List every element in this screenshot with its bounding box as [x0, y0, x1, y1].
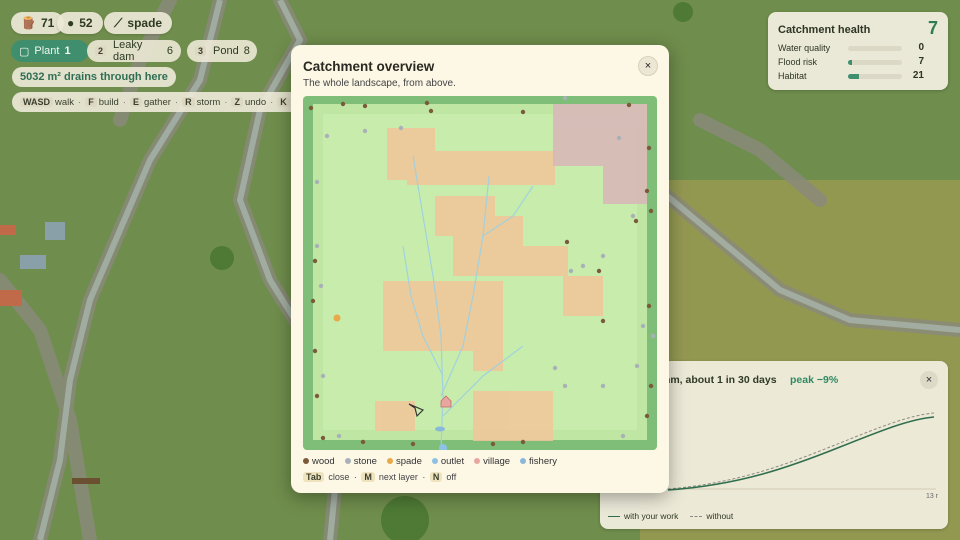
modal-subtitle: The whole landscape, from above.	[303, 78, 456, 89]
legend-without: without	[690, 511, 733, 521]
metric-value: 21	[912, 70, 924, 81]
legend-spade: spade	[386, 456, 422, 467]
tool-plant-count: 1	[64, 45, 71, 57]
fishery-marker	[435, 426, 445, 432]
tool-leaky-dam[interactable]: 2 Leaky dam 6	[87, 39, 181, 63]
metric-label: Flood risk	[778, 57, 818, 67]
with-work-line	[667, 416, 935, 491]
legend-wood: wood	[303, 456, 335, 467]
legend-stone-label: stone	[353, 456, 377, 467]
tool-pond[interactable]: 3 Pond 8	[187, 40, 257, 62]
tool-pond-key: 3	[195, 46, 207, 56]
legend-stone: stone	[344, 456, 377, 467]
metric-bar	[848, 46, 902, 51]
stone-counter: ● 52	[57, 12, 103, 34]
legend-without-label: without	[706, 511, 734, 521]
sapling-icon: ▢	[19, 45, 30, 58]
action-undo: undo	[244, 96, 267, 108]
action-build: build	[98, 96, 119, 108]
legend-fishery-label: fishery	[529, 456, 558, 467]
tool-pond-label: Pond	[213, 45, 239, 57]
action-storm: storm	[196, 96, 221, 108]
metric-bar	[848, 60, 902, 65]
tool-plant-label: Plant	[34, 45, 60, 57]
metric-habitat: Habitat 21	[778, 70, 938, 83]
modal-close-button[interactable]: ×	[639, 57, 657, 75]
without-work-line	[667, 412, 935, 490]
key-f: F	[85, 97, 97, 107]
key-wasd: WASD	[20, 97, 53, 107]
stone-count: 52	[79, 16, 93, 30]
legend-spade-label: spade	[395, 456, 422, 467]
health-score: 7	[927, 18, 938, 38]
hint-close: close	[328, 472, 350, 482]
health-title: Catchment health	[778, 24, 871, 36]
tool-pond-count: 8	[243, 45, 250, 57]
legend-with-label: with your work	[624, 511, 679, 521]
tool-leaky-dam-label: Leaky dam	[113, 39, 143, 63]
hint-next-layer: next layer	[378, 472, 418, 482]
action-gather: gather	[143, 96, 171, 108]
keybind-bar: WASD walk · Fbuild · Egather · Rstorm · Zundo…	[12, 92, 312, 112]
action-walk: walk	[55, 96, 75, 108]
legend-with: with your work	[608, 511, 678, 521]
tool-plant[interactable]: ▢ Plant 1	[11, 40, 89, 62]
metric-fill	[848, 74, 860, 79]
key-e: E	[129, 97, 142, 107]
catchment-map-svg	[303, 96, 657, 450]
metric-label: Water quality	[778, 43, 831, 53]
forecast-tick: 13 r	[925, 493, 938, 500]
key-n: N	[429, 472, 443, 482]
map-legend: wood stone spade outlet village fishery	[303, 456, 557, 467]
metric-bar	[848, 74, 902, 79]
stone-icon: ●	[67, 16, 75, 30]
metric-label: Habitat	[778, 71, 807, 81]
metric-flood-risk: Flood risk 7	[778, 56, 938, 69]
modal-keybind-hints: Tab close · Mnext layer · Noff	[303, 472, 456, 482]
key-r: R	[182, 97, 195, 107]
legend-village: village	[474, 456, 510, 467]
drain-info: 5032 m² drains through here	[12, 67, 176, 87]
legend-outlet: outlet	[431, 456, 465, 467]
modal-title: Catchment overview	[303, 59, 435, 74]
legend-wood-label: wood	[312, 456, 335, 467]
legend-village-label: village	[483, 456, 511, 467]
metric-value: 0	[918, 42, 924, 53]
tool-label: spade	[127, 16, 163, 30]
wood-count: 71	[40, 16, 55, 30]
catchment-overview-modal: Catchment overview The whole landscape, …	[291, 45, 669, 493]
key-m: M	[361, 472, 375, 482]
spade-icon: ⟋	[114, 15, 123, 30]
catchment-health-panel: Catchment health 7 Water quality 0 Flood…	[768, 12, 948, 90]
spade-marker	[333, 314, 341, 322]
tool-leaky-dam-key: 2	[95, 46, 107, 56]
equipped-tool[interactable]: ⟋ spade	[104, 12, 173, 34]
catchment-map[interactable]	[303, 96, 657, 450]
legend-outlet-label: outlet	[440, 456, 465, 467]
wood-icon: 🪵	[21, 16, 36, 30]
tool-leaky-dam-count: 6	[166, 45, 173, 57]
hint-off: off	[446, 472, 457, 482]
key-k: K	[277, 97, 290, 107]
forecast-legend: with your work without	[608, 511, 733, 521]
key-z: Z	[231, 97, 243, 107]
metric-water-quality: Water quality 0	[778, 42, 938, 55]
metric-value: 7	[918, 56, 924, 67]
key-tab: Tab	[303, 472, 325, 482]
metric-fill	[848, 60, 852, 65]
legend-fishery: fishery	[520, 456, 557, 467]
